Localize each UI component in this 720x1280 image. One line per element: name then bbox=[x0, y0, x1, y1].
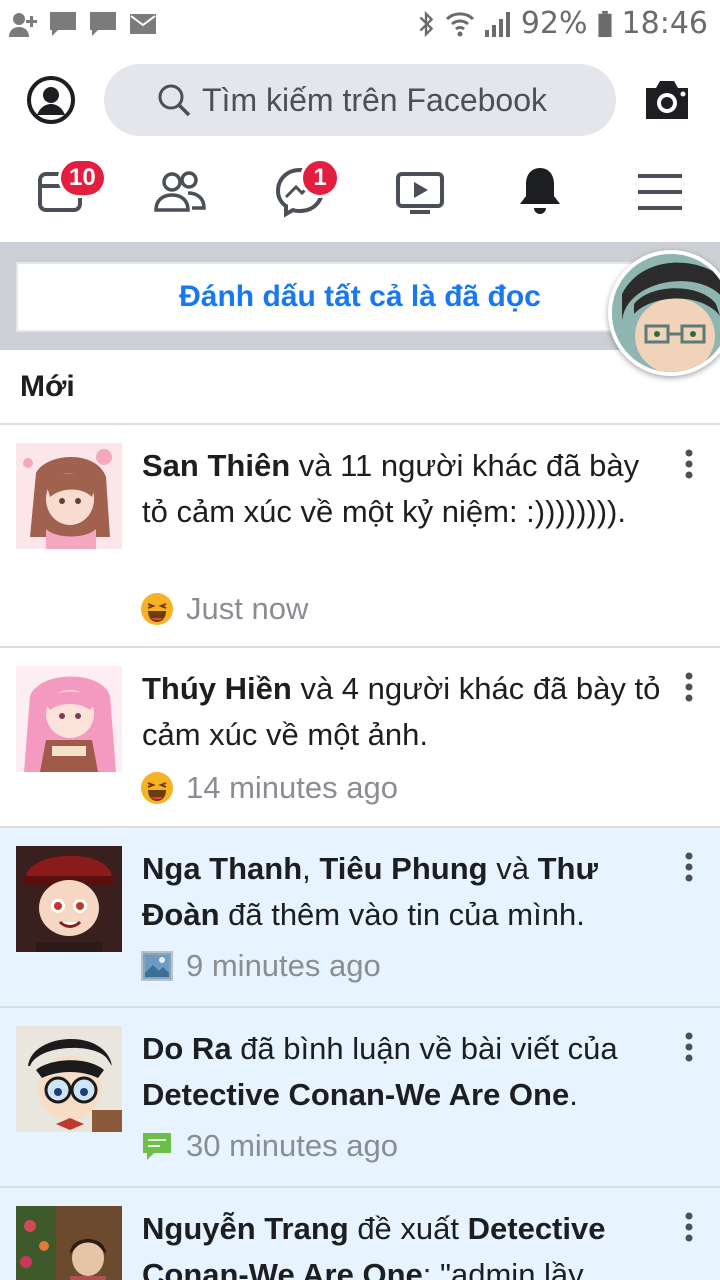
more-options-icon[interactable] bbox=[684, 1032, 694, 1062]
notification-item[interactable]: Do Ra đã bình luận về bài viết của Detec… bbox=[0, 1008, 720, 1188]
chat-bubble-icon bbox=[48, 10, 78, 38]
notification-message: đã thêm vào tin của mình. bbox=[219, 897, 585, 932]
notification-time: Just now bbox=[186, 591, 309, 626]
notification-item[interactable]: San Thiên và 11 người khác đã bày tỏ cảm… bbox=[0, 425, 720, 648]
more-options-icon[interactable] bbox=[684, 672, 694, 702]
wifi-icon bbox=[445, 10, 475, 38]
search-icon bbox=[158, 84, 191, 117]
mail-icon bbox=[128, 10, 158, 38]
actor-name[interactable]: Tiêu Phung bbox=[319, 851, 487, 886]
mark-all-read-label: Đánh dấu tất cả là đã đọc bbox=[179, 280, 541, 313]
more-options-icon[interactable] bbox=[684, 1212, 694, 1242]
tab-notifications[interactable] bbox=[512, 164, 568, 220]
comment-icon bbox=[143, 1133, 171, 1160]
search-input[interactable]: Tìm kiếm trên Facebook bbox=[104, 64, 616, 136]
profile-icon[interactable] bbox=[26, 75, 76, 125]
mark-all-read-button[interactable]: Đánh dấu tất cả là đã đọc bbox=[16, 262, 704, 332]
tab-news-feed[interactable]: 10 bbox=[34, 158, 107, 220]
chat-head-avatar[interactable] bbox=[608, 250, 720, 376]
status-left-icons bbox=[8, 10, 158, 38]
add-friend-icon bbox=[8, 10, 38, 38]
notification-text: Nga Thanh, Tiêu Phung và Thư Đoàn đã thê… bbox=[142, 846, 662, 938]
avatar bbox=[16, 666, 122, 772]
actor-name[interactable]: Thúy Hiền bbox=[142, 671, 292, 706]
notification-time: 9 minutes ago bbox=[186, 948, 381, 983]
photo-icon bbox=[141, 951, 173, 981]
notification-meta: 9 minutes ago bbox=[140, 948, 381, 984]
clock: 18:46 bbox=[621, 6, 708, 41]
notification-message: đề xuất bbox=[348, 1211, 468, 1246]
separator: , bbox=[302, 851, 320, 886]
notification-item[interactable]: Thúy Hiền và 4 người khác đã bày tỏ cảm … bbox=[0, 648, 720, 828]
notification-item[interactable]: Nguyễn Trang đề xuất Detective Conan-We … bbox=[0, 1188, 720, 1280]
notification-text: San Thiên và 11 người khác đã bày tỏ cảm… bbox=[142, 443, 662, 535]
notification-message-end: : "admin lầy bbox=[422, 1257, 584, 1280]
bluetooth-icon bbox=[415, 10, 437, 38]
tab-menu[interactable] bbox=[632, 164, 688, 220]
search-placeholder: Tìm kiếm trên Facebook bbox=[202, 81, 547, 118]
camera-icon[interactable] bbox=[642, 78, 692, 122]
status-right: 92% 18:46 bbox=[415, 6, 708, 41]
actor-name[interactable]: San Thiên bbox=[142, 448, 290, 483]
watch-icon bbox=[396, 172, 444, 214]
tab-watch[interactable] bbox=[392, 164, 448, 220]
notification-item[interactable]: Nga Thanh, Tiêu Phung và Thư Đoàn đã thê… bbox=[0, 828, 720, 1008]
avatar bbox=[16, 443, 122, 549]
top-header: Tìm kiếm trên Facebook bbox=[0, 48, 720, 140]
separator: và bbox=[487, 851, 538, 886]
tab-friends[interactable] bbox=[152, 164, 208, 220]
messenger-badge: 1 bbox=[300, 158, 340, 198]
notification-time: 14 minutes ago bbox=[186, 770, 398, 805]
bell-icon bbox=[520, 168, 560, 214]
actor-name[interactable]: Nguyễn Trang bbox=[142, 1211, 349, 1246]
signal-icon bbox=[483, 10, 513, 38]
notification-message: đã bình luận về bài viết của bbox=[231, 1031, 618, 1066]
notification-message-end: . bbox=[569, 1077, 578, 1112]
menu-icon bbox=[638, 174, 682, 210]
friends-icon bbox=[154, 171, 206, 212]
more-options-icon[interactable] bbox=[684, 449, 694, 479]
page-name[interactable]: Detective Conan-We Are One bbox=[142, 1077, 569, 1112]
more-options-icon[interactable] bbox=[684, 852, 694, 882]
haha-reaction-icon bbox=[141, 772, 173, 804]
notification-text: Do Ra đã bình luận về bài viết của Detec… bbox=[142, 1026, 662, 1118]
avatar bbox=[16, 1206, 122, 1280]
avatar bbox=[16, 846, 122, 952]
actor-name[interactable]: Nga Thanh bbox=[142, 851, 302, 886]
status-bar: 92% 18:46 bbox=[0, 0, 720, 48]
haha-reaction-icon bbox=[141, 593, 173, 625]
notification-text: Thúy Hiền và 4 người khác đã bày tỏ cảm … bbox=[142, 666, 662, 758]
tab-bar: 10 1 bbox=[0, 140, 720, 242]
tab-messenger[interactable]: 1 bbox=[272, 158, 340, 220]
notification-meta: 30 minutes ago bbox=[140, 1128, 398, 1164]
notification-text: Nguyễn Trang đề xuất Detective Conan-We … bbox=[142, 1206, 662, 1280]
notification-meta: 14 minutes ago bbox=[140, 770, 398, 806]
news-badge: 10 bbox=[58, 158, 107, 198]
notification-time: 30 minutes ago bbox=[186, 1128, 398, 1163]
chat-bubble-icon bbox=[88, 10, 118, 38]
actor-name[interactable]: Do Ra bbox=[142, 1031, 232, 1066]
avatar bbox=[16, 1026, 122, 1132]
notification-meta: Just now bbox=[140, 591, 308, 627]
battery-icon bbox=[596, 10, 614, 38]
battery-percent: 92% bbox=[520, 6, 588, 41]
section-title-new: Mới bbox=[20, 370, 75, 403]
